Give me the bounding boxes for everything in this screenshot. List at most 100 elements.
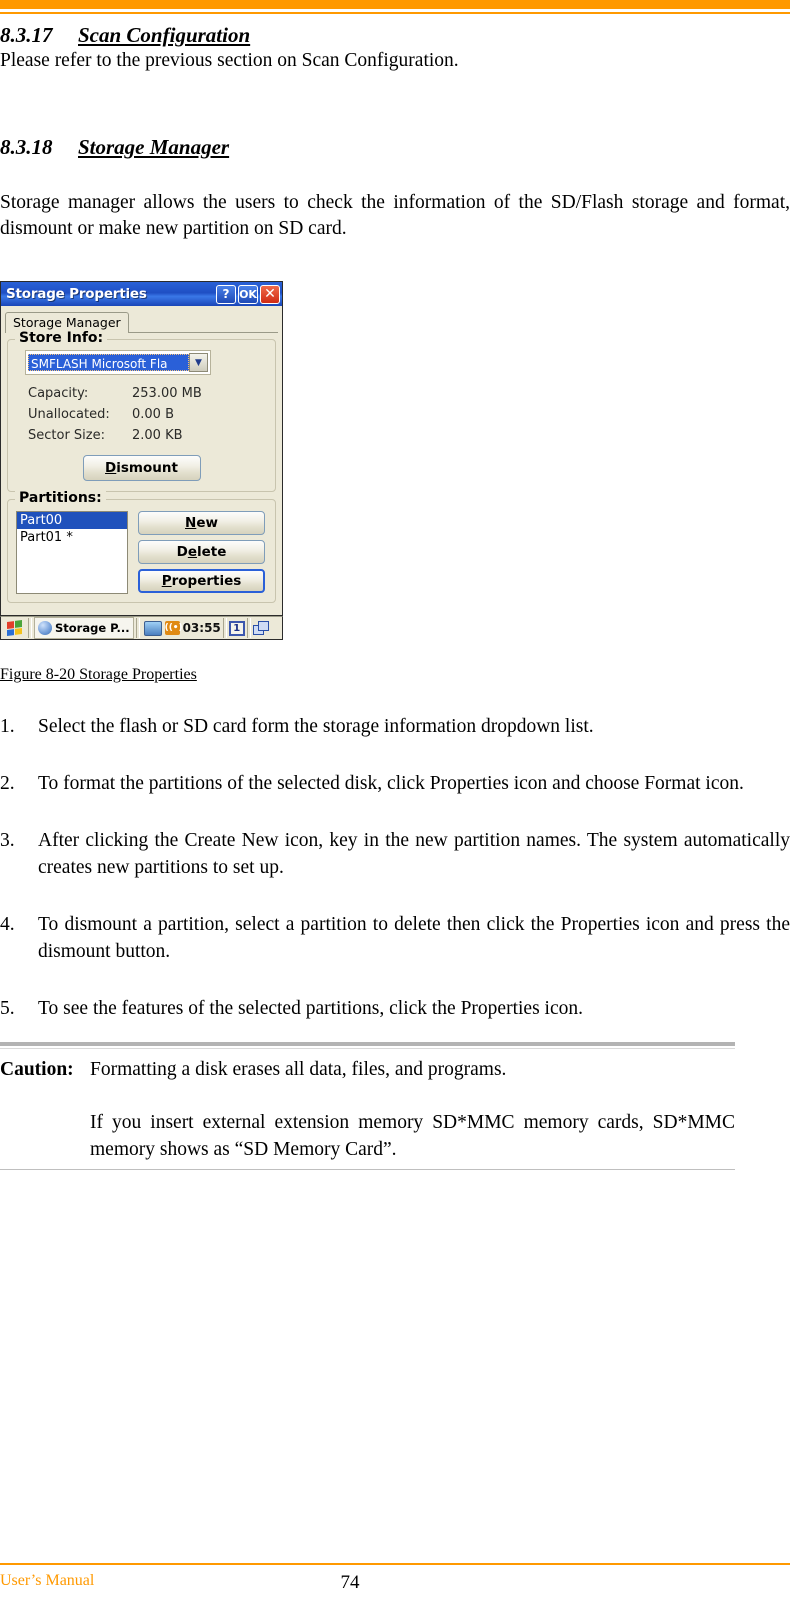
partitions-listbox[interactable]: Part00 Part01 * (16, 511, 128, 594)
list-item-number: 1. (0, 716, 15, 737)
partition-buttons: New Delete Properties (138, 511, 267, 594)
list-item-number: 2. (0, 773, 15, 794)
list-item-number: 3. (0, 830, 15, 851)
heading-title: Scan Configuration (78, 23, 251, 47)
footer-row: User’s Manual 74 (0, 1572, 790, 1593)
list-item[interactable]: Part00 (17, 512, 127, 529)
instruction-list: 1. Select the flash or SD card form the … (0, 713, 790, 1052)
list-item-number: 4. (0, 914, 15, 935)
delete-accel: e (187, 544, 197, 560)
properties-button[interactable]: Properties (138, 569, 265, 593)
dismount-button[interactable]: Dismount (82, 455, 201, 481)
dialog-titlebar: Storage Properties ? OK ✕ (1, 282, 282, 306)
new-partition-button[interactable]: New (138, 511, 265, 535)
list-item: 4. To dismount a partition, select a par… (0, 911, 790, 965)
wireless-signal-icon[interactable]: ((•)) (164, 621, 187, 635)
list-item-text: Select the flash or SD card form the sto… (38, 716, 594, 737)
taskbar-separator (246, 618, 251, 638)
start-button[interactable] (2, 618, 26, 638)
dismount-accel: D (105, 460, 117, 476)
figure-caption: Figure 8-20 Storage Properties (0, 666, 197, 683)
list-item[interactable]: Part01 * (17, 529, 127, 546)
capacity-label: Capacity: (28, 386, 89, 401)
list-item: 3. After clicking the Create New icon, k… (0, 827, 790, 881)
taskbar-task-storage-properties[interactable]: Storage P... (34, 617, 134, 639)
new-rest: ew (196, 515, 218, 531)
header-orange-bar (0, 0, 790, 9)
dialog-title: Storage Properties (6, 286, 147, 302)
windows-ce-taskbar: Storage P... ((•)) 03:55 1 (0, 616, 283, 640)
properties-rest: roperties (171, 573, 242, 589)
list-item: 1. Select the flash or SD card form the … (0, 713, 790, 740)
caution-bottom-rule (0, 1169, 735, 1170)
delete-pre: D (176, 544, 188, 560)
page-footer: User’s Manual 74 (0, 1563, 790, 1593)
dialog-body: Storage Manager Store Info: SMFLASH Micr… (1, 306, 282, 615)
desktop-windows-icon[interactable] (252, 621, 269, 635)
input-panel-icon[interactable]: 1 (228, 620, 245, 636)
sector-size-row: Sector Size: 2.00 KB (16, 425, 267, 446)
network-connection-icon[interactable] (143, 620, 162, 636)
figure-storage-properties: Storage Properties ? OK ✕ Storage Manage… (0, 281, 290, 640)
heading-8-3-17: 8.3.17 Scan Configuration (0, 22, 790, 48)
ok-button[interactable]: OK (238, 284, 258, 304)
heading-title: Storage Manager (78, 135, 230, 159)
sector-size-label: Sector Size: (28, 428, 105, 443)
caution-box: Caution: Formatting a disk erases all da… (0, 1042, 735, 1170)
paragraph-scan-configuration: Please refer to the previous section on … (0, 50, 459, 71)
delete-partition-button[interactable]: Delete (138, 540, 265, 564)
header-orange-thin-line (0, 12, 790, 14)
dismount-rest: ismount (116, 460, 178, 476)
page-header-rule (0, 0, 790, 14)
capacity-value: 253.00 MB (132, 386, 202, 401)
partitions-area: Part00 Part01 * New Delete Properties (16, 509, 267, 594)
unallocated-row: Unallocated: 0.00 B (16, 404, 267, 425)
caution-label: Caution: (0, 1059, 74, 1080)
caution-line-1: Formatting a disk erases all data, files… (90, 1059, 507, 1080)
list-item: 2. To format the partitions of the selec… (0, 770, 790, 797)
list-item-text: To see the features of the selected part… (38, 998, 583, 1019)
partitions-label: Partitions: (15, 490, 106, 506)
vertical-spacer (0, 74, 790, 134)
chevron-down-icon[interactable]: ▼ (189, 353, 208, 372)
close-icon[interactable]: ✕ (260, 284, 280, 304)
list-item-text: After clicking the Create New icon, key … (38, 830, 790, 878)
list-item-number: 5. (0, 998, 15, 1019)
caution-top-rule (0, 1042, 735, 1046)
vertical-spacer (0, 160, 790, 190)
delete-rest: lete (196, 544, 227, 560)
taskbar-task-label: Storage P... (55, 621, 130, 635)
storage-device-value: SMFLASH Microsoft Fla (28, 354, 189, 371)
capacity-row: Capacity: 253.00 MB (16, 383, 267, 404)
list-item: 5. To see the features of the selected p… (0, 995, 790, 1022)
unallocated-value: 0.00 B (132, 407, 174, 422)
heading-number: 8.3.18 (0, 135, 53, 159)
clock[interactable]: 03:55 (183, 621, 221, 635)
partitions-group: Partitions: Part00 Part01 * New Delete P… (7, 490, 276, 603)
taskbar-separator (222, 618, 227, 638)
footer-orange-rule (0, 1563, 790, 1565)
taskbar-separator (28, 618, 32, 638)
caution-text: Formatting a disk erases all data, files… (90, 1056, 735, 1163)
list-item-text: To dismount a partition, select a partit… (38, 914, 790, 962)
help-button[interactable]: ? (216, 284, 236, 304)
heading-8-3-18: 8.3.18 Storage Manager (0, 134, 790, 160)
store-info-label: Store Info: (15, 330, 108, 346)
new-accel: N (185, 515, 197, 531)
properties-accel: P (161, 573, 172, 589)
store-info-group: Store Info: SMFLASH Microsoft Fla ▼ Capa… (7, 330, 276, 492)
unallocated-label: Unallocated: (28, 407, 110, 422)
sector-size-value: 2.00 KB (132, 428, 183, 443)
paragraph-storage-manager: Storage manager allows the users to chec… (0, 192, 790, 239)
caution-line-2: If you insert external extension memory … (90, 1112, 735, 1160)
windows-flag-icon (6, 619, 22, 637)
document-content: 8.3.17 Scan Configuration Please refer to… (0, 22, 790, 242)
taskbar-separator (135, 618, 140, 638)
system-tray: ((•)) 03:55 (142, 620, 221, 636)
heading-number: 8.3.17 (0, 23, 53, 47)
list-item-text: To format the partitions of the selected… (38, 773, 744, 794)
storage-device-dropdown[interactable]: SMFLASH Microsoft Fla ▼ (25, 350, 211, 375)
caution-body: Caution: Formatting a disk erases all da… (0, 1049, 735, 1163)
storage-icon (38, 621, 52, 635)
storage-properties-dialog: Storage Properties ? OK ✕ Storage Manage… (0, 281, 283, 616)
